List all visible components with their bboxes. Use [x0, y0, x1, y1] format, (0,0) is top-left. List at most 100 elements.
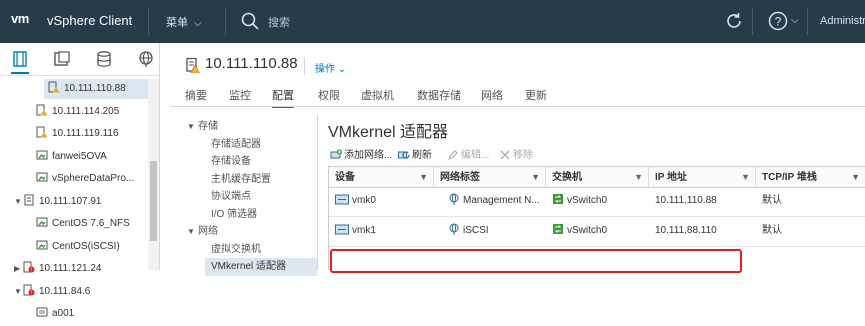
filter-icon[interactable]: ▼ — [531, 167, 540, 188]
tab-6[interactable]: 数据存储 — [417, 87, 461, 103]
refresh-icon[interactable] — [724, 11, 744, 34]
column-header[interactable]: TCP/IP 堆栈 ▼ — [756, 167, 865, 188]
actions-label: 操作 — [315, 64, 335, 75]
column-header[interactable]: 交换机 ▼ — [546, 167, 649, 188]
side-menu-section[interactable]: ▼ 存储 — [187, 118, 317, 136]
side-menu-item[interactable]: VMkernel 适配器 — [205, 258, 317, 276]
chevron-right-icon[interactable]: ▶ — [14, 259, 23, 279]
side-menu-item[interactable]: 存储设备 — [205, 153, 317, 171]
table-cell[interactable]: iSCSI — [434, 220, 546, 242]
filter-icon[interactable]: ▼ — [634, 167, 643, 188]
table-cell[interactable]: 10.111.88.110 — [649, 220, 756, 242]
side-menu-item[interactable]: I/O 筛选器 — [205, 206, 317, 224]
tree-node-label: 10.111.110.88 — [64, 83, 126, 94]
side-menu-item-label: 主机缓存配置 — [211, 173, 271, 185]
tree-node[interactable]: ▼ 10.111.107.91 — [14, 192, 138, 212]
switch-icon — [553, 194, 563, 204]
table-cell[interactable]: 默认 — [756, 220, 865, 242]
vms-templates-icon[interactable] — [53, 50, 71, 68]
divider — [225, 8, 226, 35]
vmkernel-adapter-icon — [335, 224, 349, 235]
chevron-down-icon[interactable]: ▼ — [14, 192, 23, 212]
filter-icon[interactable]: ▼ — [851, 167, 860, 188]
search-placeholder: 搜索 — [268, 17, 290, 29]
tree-node[interactable]: 10.111.119.116 — [36, 124, 138, 144]
filter-icon[interactable]: ▼ — [741, 167, 750, 188]
side-menu-section-label: 网络 — [198, 226, 218, 237]
side-menu-section[interactable]: ▼ 网络 — [187, 223, 317, 241]
table-cell[interactable]: 10.111.110.88 — [649, 190, 756, 212]
divider — [807, 8, 808, 35]
app-title[interactable]: vSphere Client — [47, 13, 132, 28]
refresh-icon — [398, 151, 410, 159]
help-icon[interactable]: ? — [768, 11, 788, 34]
tab-1[interactable]: 摘要 — [185, 87, 207, 103]
tree-node[interactable]: 10.111.114.205 — [36, 102, 138, 122]
menu-button[interactable]: 菜单 ⌵ — [166, 14, 202, 30]
side-menu-item[interactable]: 协议端点 — [205, 188, 317, 206]
tree-node[interactable]: fanwei5OVA — [36, 147, 138, 167]
tab-2[interactable]: 监控 — [229, 87, 251, 103]
chevron-down-icon[interactable]: ▼ — [14, 282, 23, 302]
hosts-clusters-icon[interactable] — [11, 50, 29, 74]
chevron-down-icon[interactable]: ⌵ — [791, 15, 799, 26]
column-header[interactable]: IP 地址 ▼ — [649, 167, 756, 188]
table-cell[interactable]: vSwitch0 — [546, 220, 649, 242]
tree-node[interactable]: ▶! 10.111.121.24 — [14, 259, 138, 279]
column-header-label: 设备 — [335, 172, 355, 183]
vmware-logo[interactable]: vm — [11, 11, 29, 26]
svg-text:!: ! — [31, 290, 32, 295]
tree-node[interactable]: a001 — [36, 304, 138, 324]
main-panel: ! 10.111.110.88 操作 ⌄ 摘要 监控 配置 权限 虚拟机 数据存储 网络 更新… — [171, 43, 865, 276]
tree-node[interactable]: CentOS(iSCSI) — [36, 237, 138, 257]
actions-menu[interactable]: 操作 ⌄ — [315, 60, 346, 75]
tree-node-label: CentOS(iSCSI) — [52, 240, 120, 252]
table-cell[interactable]: vmk1 — [329, 220, 434, 242]
tree-node[interactable]: CentOS 7.6_NFS — [36, 214, 138, 234]
edit-button[interactable]: 编辑... — [447, 148, 489, 164]
global-search[interactable]: 搜索 — [241, 10, 441, 32]
row-divider — [329, 216, 865, 217]
side-menu-item[interactable]: 存储适配器 — [205, 136, 317, 154]
storage-icon[interactable] — [95, 50, 113, 68]
vm-icon — [36, 239, 48, 251]
tab-underline — [171, 106, 865, 107]
tab-5[interactable]: 虚拟机 — [361, 87, 394, 103]
scrollbar-thumb[interactable] — [150, 161, 157, 241]
tree-node[interactable]: 10.111.110.88 — [44, 79, 148, 99]
host-icon — [23, 194, 35, 206]
tree-node-label: 10.111.119.116 — [52, 128, 119, 139]
side-menu-item-label: 虚拟交换机 — [211, 243, 261, 255]
host-warning-icon — [36, 126, 48, 138]
column-header[interactable]: 网络标签 ▼ — [434, 167, 546, 188]
tab-4[interactable]: 权限 — [318, 87, 340, 103]
side-menu-item[interactable]: 主机缓存配置 — [205, 171, 317, 189]
tab-7[interactable]: 网络 — [481, 87, 503, 103]
remove-button[interactable]: 移除 — [499, 148, 533, 164]
filter-icon[interactable]: ▼ — [419, 167, 428, 188]
table-cell[interactable]: 默认 — [756, 190, 865, 212]
add-networking-button[interactable]: 添加网络... — [330, 148, 392, 164]
tab-3[interactable]: 配置 — [272, 87, 294, 108]
tab-8[interactable]: 更新 — [525, 87, 547, 103]
config-content: VMkernel 适配器 添加网络... 刷新 编辑... 移除 设备 ▼ 网络标签… — [328, 115, 865, 273]
chevron-down-icon: ▼ — [187, 227, 195, 236]
table-cell[interactable]: vSwitch0 — [546, 190, 649, 212]
config-side-menu: ▼ 存储 存储适配器 存储设备 主机缓存配置 协议端点 I/O 筛选器 ▼ 网络 虚拟交换机 VMk… — [185, 115, 318, 276]
refresh-button[interactable]: 刷新 — [398, 148, 432, 164]
tree-node[interactable]: ▼! 10.111.84.6 — [14, 282, 138, 302]
networking-icon[interactable] — [137, 50, 155, 68]
tree-node[interactable]: vSphereDataPro... — [36, 169, 138, 189]
tree-scrollbar[interactable] — [148, 79, 159, 270]
cell-value: vSwitch0 — [567, 195, 608, 206]
cell-value: vmk0 — [352, 195, 376, 206]
side-menu-item[interactable]: 虚拟交换机 — [205, 241, 317, 259]
column-header[interactable]: 设备 ▼ — [329, 167, 434, 188]
add-network-icon — [330, 149, 342, 159]
user-menu[interactable]: Administra — [820, 15, 865, 27]
tree-node-label: 10.111.84.6 — [39, 285, 91, 297]
table-cell[interactable]: Management N... — [434, 190, 546, 212]
chevron-down-icon: ⌵ — [194, 18, 202, 29]
table-cell[interactable]: vmk0 — [329, 190, 434, 212]
vm-icon — [36, 216, 48, 228]
